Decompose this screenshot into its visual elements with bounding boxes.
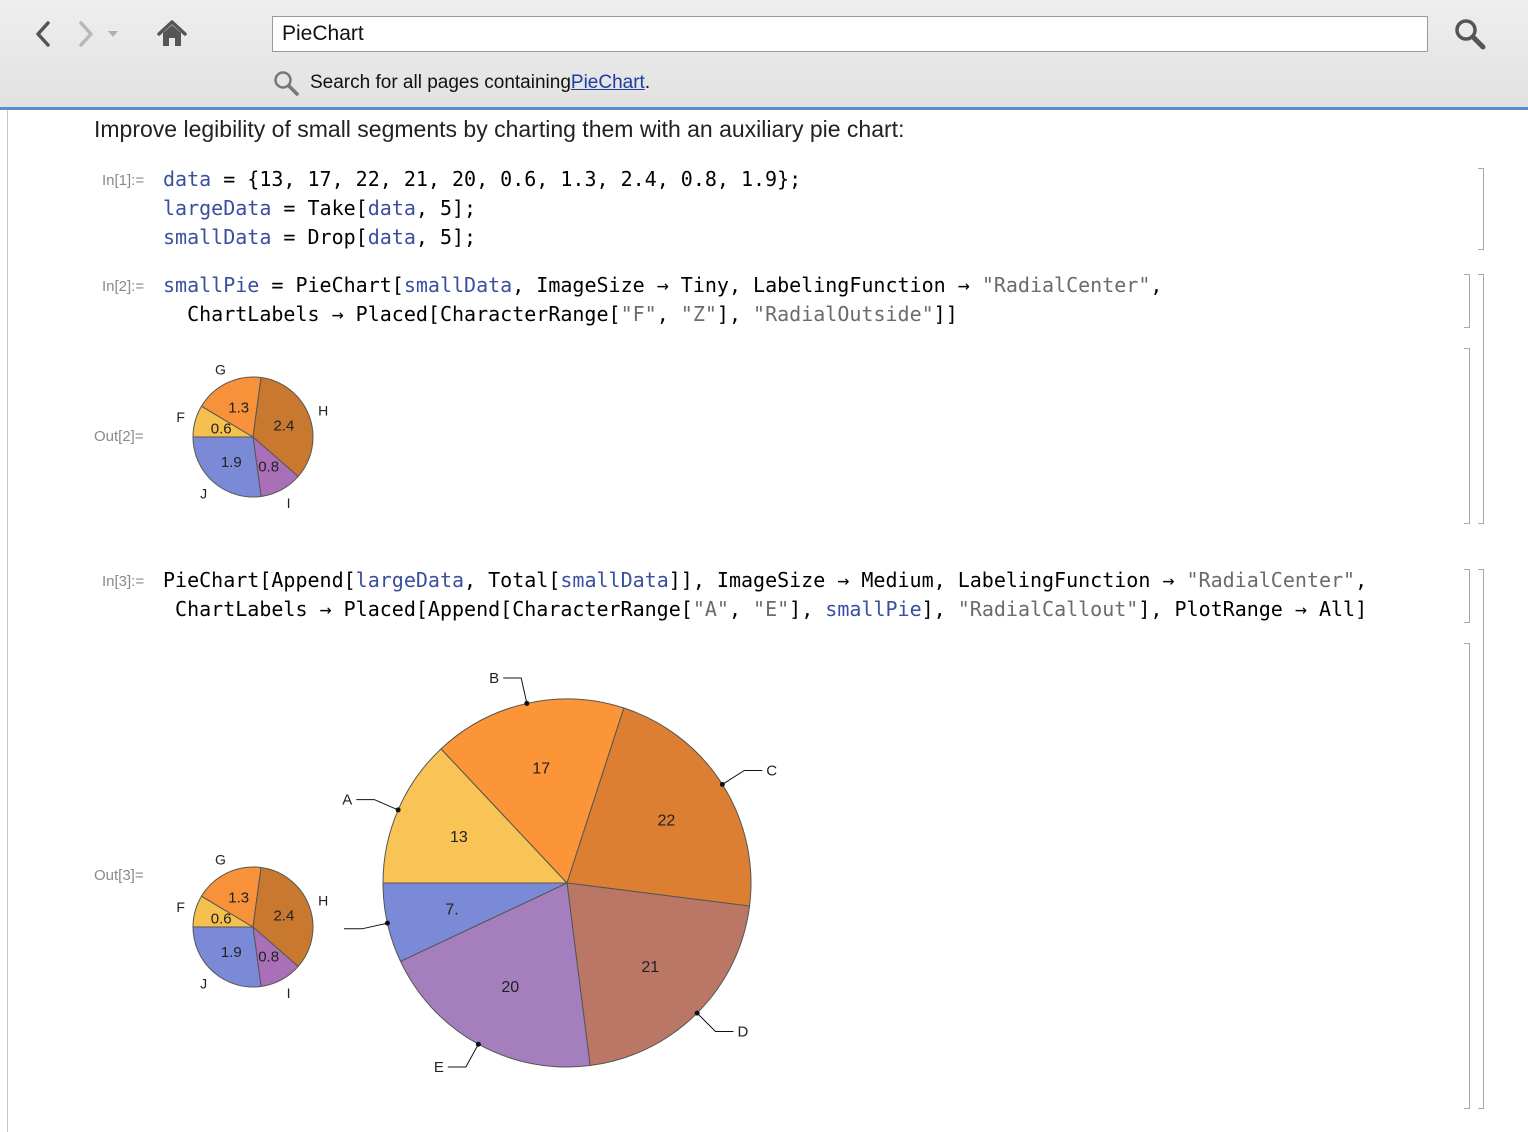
pie-category-label: I bbox=[287, 985, 291, 1001]
callout-anchor bbox=[395, 807, 401, 813]
pie-category-label: H bbox=[318, 403, 328, 419]
pie-value-label: 0.6 bbox=[211, 910, 232, 927]
search-all-link[interactable]: PieChart bbox=[571, 72, 645, 94]
in3-label: In[3]:= bbox=[102, 573, 145, 590]
window-left-edge bbox=[7, 110, 8, 1132]
inset-small-pie: 0.6 1.3 2.4 0.8 1.9 F G H I J bbox=[176, 851, 328, 1001]
pie-category-label: G bbox=[215, 361, 226, 377]
callout-line bbox=[447, 1043, 479, 1068]
cell-group-bracket-2[interactable] bbox=[1478, 274, 1484, 524]
pie-value-label: 2.4 bbox=[273, 418, 294, 435]
callout-line bbox=[722, 769, 763, 785]
pie-value-label: 7. bbox=[445, 901, 458, 918]
input-cell-2[interactable]: smallPie = PieChart[smallData, ImageSize… bbox=[163, 271, 1162, 329]
pie-value-label: 1.9 bbox=[221, 944, 242, 961]
help-toolbar: Search for all pages containing PieChart… bbox=[0, 0, 1528, 110]
cell-bracket-in2[interactable] bbox=[1464, 274, 1470, 328]
pie-value-label: 21 bbox=[641, 959, 659, 976]
search-all-pages: Search for all pages containing PieChart… bbox=[272, 68, 650, 98]
pie-value-label: 13 bbox=[450, 829, 468, 846]
pie-category-label: J bbox=[200, 975, 207, 991]
back-arrow-icon bbox=[36, 21, 50, 47]
pie-category-label: E bbox=[434, 1059, 444, 1076]
pie-value-label: 1.3 bbox=[228, 400, 249, 417]
pie-value-label: 2.4 bbox=[273, 908, 294, 925]
chevron-down-icon bbox=[108, 31, 118, 37]
pie-category-label: A bbox=[342, 792, 352, 809]
pie-value-label: 22 bbox=[658, 813, 676, 830]
pie-value-label: 0.6 bbox=[211, 420, 232, 437]
search-all-prefix: Search for all pages containing bbox=[310, 72, 571, 93]
intro-text: Improve legibility of small segments by … bbox=[94, 116, 905, 142]
pie-value-label: 17 bbox=[532, 761, 550, 778]
back-button[interactable] bbox=[28, 14, 58, 54]
cell-bracket-in3[interactable] bbox=[1464, 569, 1470, 623]
cell-bracket-out3[interactable] bbox=[1464, 643, 1470, 1109]
search-icon bbox=[1455, 19, 1486, 50]
pie-value-label: 1.9 bbox=[221, 454, 242, 471]
small-pie-chart: 0.6 1.3 2.4 0.8 1.9 F G H I J bbox=[176, 361, 328, 511]
pie-category-label: F bbox=[176, 899, 185, 915]
main-pie-chart: 13 17 22 21 20 7. A B C D E 0.6 1.3 2.4 0.8 1.9 F G H I J bbox=[176, 670, 777, 1076]
out2-label: Out[2]= bbox=[94, 428, 144, 445]
input-cell-1[interactable]: data = {13, 17, 22, 21, 20, 0.6, 1.3, 2.… bbox=[163, 165, 801, 252]
history-dropdown[interactable] bbox=[104, 14, 122, 54]
callout-line bbox=[344, 922, 388, 930]
callout-line bbox=[696, 1012, 734, 1032]
forward-button[interactable] bbox=[72, 14, 100, 54]
home-icon bbox=[157, 20, 187, 46]
search-input[interactable] bbox=[272, 16, 1428, 52]
callout-line bbox=[356, 799, 399, 811]
pie-value-label: 0.8 bbox=[258, 948, 279, 965]
pie-value-label: 1.3 bbox=[228, 890, 249, 907]
pie-category-label: B bbox=[489, 670, 499, 687]
callout-line bbox=[503, 677, 528, 704]
pie-category-label: I bbox=[287, 495, 291, 511]
pie-category-label: J bbox=[200, 485, 207, 501]
search-button[interactable] bbox=[1450, 14, 1490, 54]
pie-category-label: G bbox=[215, 851, 226, 867]
pie-category-label: C bbox=[766, 762, 777, 779]
search-all-suffix: . bbox=[644, 72, 651, 93]
pie-category-label: F bbox=[176, 409, 185, 425]
cell-bracket-in1[interactable] bbox=[1478, 168, 1484, 250]
pie-category-label: H bbox=[318, 893, 328, 909]
home-button[interactable] bbox=[154, 14, 190, 54]
out3-label: Out[3]= bbox=[94, 867, 144, 884]
magnifier-icon bbox=[274, 71, 299, 96]
in1-label: In[1]:= bbox=[102, 172, 145, 189]
in2-label: In[2]:= bbox=[102, 278, 145, 295]
input-cell-3[interactable]: PieChart[Append[largeData, Total[smallDa… bbox=[163, 566, 1367, 624]
cell-bracket-out2[interactable] bbox=[1464, 348, 1470, 524]
pie-value-label: 0.8 bbox=[258, 458, 279, 475]
cell-group-bracket-3[interactable] bbox=[1478, 569, 1484, 1109]
pie-category-label: D bbox=[737, 1023, 748, 1040]
forward-arrow-icon bbox=[79, 21, 93, 47]
pie-value-label: 20 bbox=[501, 979, 519, 996]
